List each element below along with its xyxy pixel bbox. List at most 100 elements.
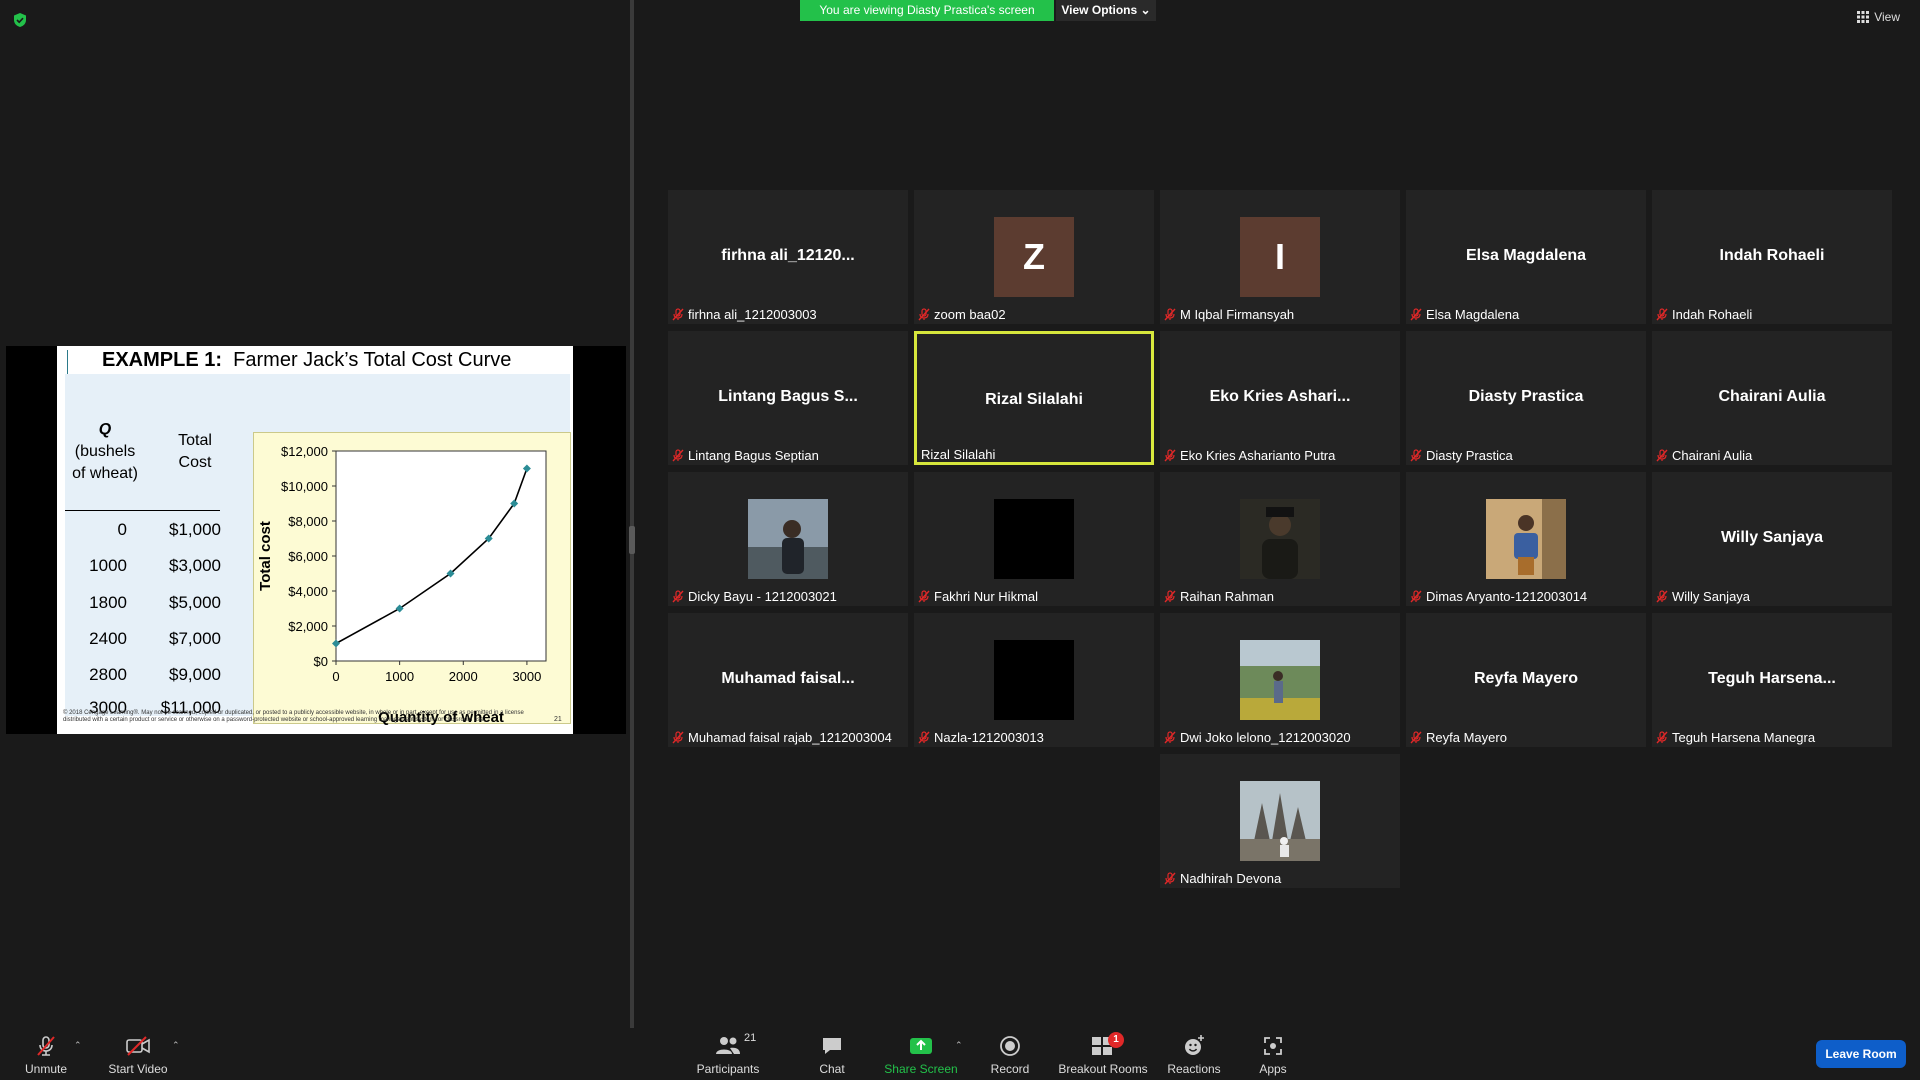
start-video-button[interactable]: Start Video <box>106 1034 170 1076</box>
view-options-label: View Options <box>1061 3 1138 17</box>
participant-tile[interactable]: Rizal Silalahi Rizal Silalahi <box>914 331 1154 465</box>
mic-muted-icon <box>37 1036 55 1056</box>
participant-name-label: Dicky Bayu - 1212003021 <box>672 589 837 604</box>
chat-label: Chat <box>819 1062 845 1076</box>
grid-view-icon <box>1857 11 1870 23</box>
slide-content-frame: Q (bushels of wheat) Total Cost 0 $1,000 1… <box>65 374 571 726</box>
unmute-label: Unmute <box>24 1062 68 1076</box>
chart-panel: $0 $2,000 $4,000 $6,000 $8,000 $10,000 $12,000… <box>253 432 571 726</box>
apps-button[interactable]: Apps <box>1256 1034 1290 1076</box>
participant-name-label: Elsa Magdalena <box>1410 307 1519 322</box>
reactions-button[interactable]: Reactions <box>1166 1034 1222 1076</box>
breakout-badge: 1 <box>1108 1032 1124 1048</box>
security-shield-icon[interactable] <box>12 12 28 28</box>
share-screen-button[interactable]: Share Screen <box>884 1034 958 1076</box>
slide-title-bold: EXAMPLE 1: <box>102 349 223 371</box>
participant-tile[interactable]: Zzoom baa02 <box>914 190 1154 324</box>
table-cell-cost: $1,000 <box>169 520 221 539</box>
chat-button[interactable]: Chat <box>812 1034 852 1076</box>
table-cell-cost: $9,000 <box>169 665 221 684</box>
leave-room-button[interactable]: Leave Room <box>1816 1040 1906 1068</box>
participant-name: Muhamad faisal rajab_1212003004 <box>688 730 892 745</box>
participant-tile[interactable]: Muhamad faisal... Muhamad faisal rajab_12… <box>668 613 908 747</box>
participant-name-label: Fakhri Nur Hikmal <box>918 589 1038 604</box>
y-tick-label: $8,000 <box>288 514 328 529</box>
participant-name: Willy Sanjaya <box>1672 589 1751 604</box>
share-screen-icon <box>910 1038 932 1054</box>
mic-muted-icon <box>672 308 684 321</box>
avatar <box>994 499 1074 579</box>
split-drag-handle[interactable] <box>629 526 635 554</box>
video-options-caret[interactable]: ⌃ <box>172 1040 180 1051</box>
mic-muted-icon <box>1410 731 1422 744</box>
total-cost-chart: $0 $2,000 $4,000 $6,000 $8,000 $10,000 $12,000… <box>257 444 547 726</box>
avatar <box>1486 499 1566 579</box>
participant-name: zoom baa02 <box>934 307 1006 322</box>
unmute-button[interactable]: Unmute <box>22 1034 70 1076</box>
presentation-slide: EXAMPLE 1: Farmer Jack’s Total Cost Curv… <box>57 346 573 734</box>
participant-tile[interactable]: Dicky Bayu - 1212003021 <box>668 472 908 606</box>
participant-tile[interactable]: Nadhirah Devona <box>1160 754 1400 888</box>
participant-display-name: Chairani Aulia <box>1718 388 1826 405</box>
participant-name: firhna ali_1212003003 <box>688 307 817 322</box>
participant-tile[interactable]: Elsa Magdalena Elsa Magdalena <box>1406 190 1646 324</box>
audio-options-caret[interactable]: ⌃ <box>74 1040 82 1051</box>
mic-muted-icon <box>1164 590 1176 603</box>
mic-muted-icon <box>1410 449 1422 462</box>
participant-display-name: Indah Rohaeli <box>1719 247 1825 264</box>
participant-name-label: Rizal Silalahi <box>921 447 995 462</box>
mic-muted-icon <box>672 590 684 603</box>
participant-name-label: Chairani Aulia <box>1656 448 1752 463</box>
mic-muted-icon <box>1656 449 1668 462</box>
participant-name: Elsa Magdalena <box>1426 307 1520 322</box>
participant-tile[interactable]: Dwi Joko lelono_1212003020 <box>1160 613 1400 747</box>
mic-muted-icon <box>672 449 684 462</box>
participant-display-name: Reyfa Mayero <box>1473 670 1579 687</box>
view-options-button[interactable]: View Options ⌄ <box>1056 0 1156 21</box>
avatar: I <box>1240 217 1320 297</box>
participant-name-label: firhna ali_1212003003 <box>672 307 817 322</box>
participant-tile[interactable]: Raihan Rahman <box>1160 472 1400 606</box>
y-tick-label: $10,000 <box>281 479 328 494</box>
table-cell-q: 0 <box>117 520 127 539</box>
participant-tile[interactable]: Fakhri Nur Hikmal <box>914 472 1154 606</box>
participant-name: M Iqbal Firmansyah <box>1180 307 1295 322</box>
avatar <box>1240 640 1320 720</box>
y-tick-label: $12,000 <box>281 444 328 459</box>
start-video-label: Start Video <box>108 1062 168 1076</box>
mic-muted-icon <box>1164 308 1176 321</box>
participant-tile[interactable]: Diasty Prastica Diasty Prastica <box>1406 331 1646 465</box>
participant-tile[interactable]: Dimas Aryanto-1212003014 <box>1406 472 1646 606</box>
y-tick-label: $0 <box>314 654 328 669</box>
participants-button[interactable]: 21 Participants <box>692 1032 764 1076</box>
view-layout-button[interactable]: View <box>1857 10 1900 24</box>
participant-tile[interactable]: I M Iqbal Firmansyah <box>1160 190 1400 324</box>
table-cell-q: 2800 <box>89 665 127 684</box>
apps-icon <box>1264 1037 1282 1055</box>
split-divider[interactable] <box>630 0 634 1028</box>
participant-name-label: Indah Rohaeli <box>1656 307 1752 322</box>
participant-tile[interactable]: Nazla-1212003013 <box>914 613 1154 747</box>
participant-name: Dwi Joko lelono_1212003020 <box>1180 730 1351 745</box>
participant-tile[interactable]: Teguh Harsena... Teguh Harsena Manegra <box>1652 613 1892 747</box>
participant-name-label: Muhamad faisal rajab_1212003004 <box>672 730 892 745</box>
participant-name: Raihan Rahman <box>1180 589 1274 604</box>
breakout-rooms-button[interactable]: 1 Breakout Rooms <box>1058 1032 1148 1076</box>
participants-icon <box>716 1037 740 1054</box>
participant-name-label: zoom baa02 <box>918 307 1006 322</box>
participant-display-name: Diasty Prastica <box>1468 388 1584 405</box>
participant-tile[interactable]: Willy Sanjaya Willy Sanjaya <box>1652 472 1892 606</box>
participants-count: 21 <box>744 1032 757 1044</box>
avatar <box>1240 499 1320 579</box>
participant-tile[interactable]: Reyfa Mayero Reyfa Mayero <box>1406 613 1646 747</box>
table-cell-q: 1800 <box>89 593 127 612</box>
share-options-caret[interactable]: ⌃ <box>955 1040 963 1051</box>
header-q-symbol: Q <box>98 421 112 438</box>
record-icon <box>1000 1036 1020 1056</box>
participant-tile[interactable]: Eko Kries Ashari... Eko Kries Asharianto … <box>1160 331 1400 465</box>
participant-tile[interactable]: Indah Rohaeli Indah Rohaeli <box>1652 190 1892 324</box>
participant-tile[interactable]: firhna ali_12120... firhna ali_1212003003 <box>668 190 908 324</box>
record-button[interactable]: Record <box>990 1034 1030 1076</box>
participant-tile[interactable]: Chairani Aulia Chairani Aulia <box>1652 331 1892 465</box>
participant-tile[interactable]: Lintang Bagus S... Lintang Bagus Septian <box>668 331 908 465</box>
